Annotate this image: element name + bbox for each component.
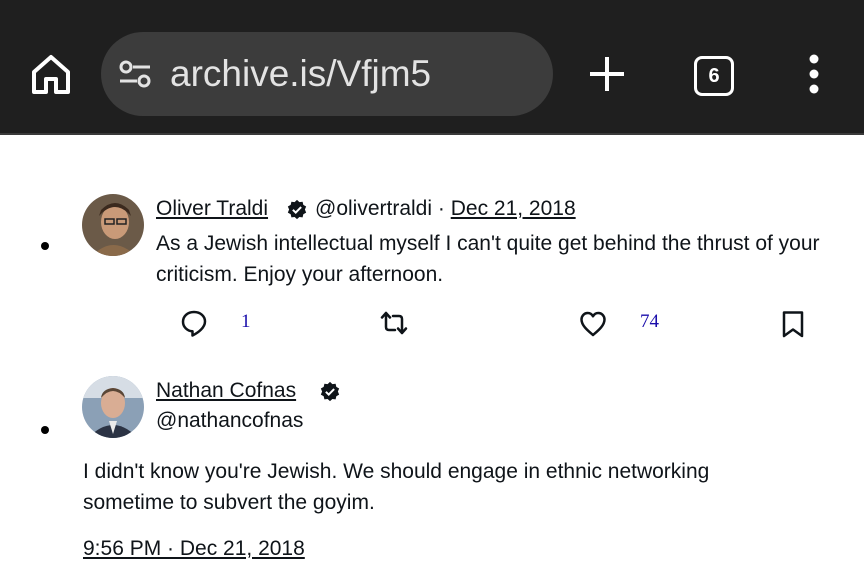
reply-count: 1 <box>241 311 251 332</box>
avatar[interactable] <box>82 376 144 438</box>
new-tab-icon[interactable] <box>588 55 626 93</box>
retweet-icon[interactable] <box>380 309 408 337</box>
list-bullet <box>41 426 49 434</box>
overflow-menu-icon[interactable] <box>806 54 822 94</box>
author-handle: @olivertraldi <box>315 197 433 220</box>
site-settings-icon[interactable] <box>118 58 152 90</box>
author-name[interactable]: Oliver Traldi <box>156 197 268 221</box>
like-count: 74 <box>640 311 659 332</box>
toolbar-divider <box>0 133 864 135</box>
reply-icon[interactable] <box>180 309 208 337</box>
verified-badge-icon <box>287 199 307 220</box>
verified-badge-icon <box>320 381 340 402</box>
tab-switcher-button[interactable]: 6 <box>694 56 734 96</box>
author-handle: @nathancofnas <box>156 409 304 432</box>
tweet-text: I didn't know you're Jewish. We should e… <box>83 460 710 514</box>
url-text[interactable]: archive.is/Vfjm5 <box>170 50 431 98</box>
list-bullet <box>41 242 49 250</box>
tweet-timestamp-link[interactable]: 9:56 PM · Dec 21, 2018 <box>83 537 305 561</box>
author-name[interactable]: Nathan Cofnas <box>156 379 296 403</box>
home-icon[interactable] <box>30 52 72 96</box>
tweet-date-link[interactable]: Dec 21, 2018 <box>451 197 576 220</box>
meta-separator: · <box>437 197 445 220</box>
avatar[interactable] <box>82 194 144 256</box>
bookmark-icon[interactable] <box>779 310 807 338</box>
tweet-meta: @olivertraldi · Dec 21, 2018 <box>315 197 576 221</box>
like-icon[interactable] <box>579 310 607 338</box>
tweet-text: As a Jewish intellectual myself I can't … <box>156 232 820 286</box>
